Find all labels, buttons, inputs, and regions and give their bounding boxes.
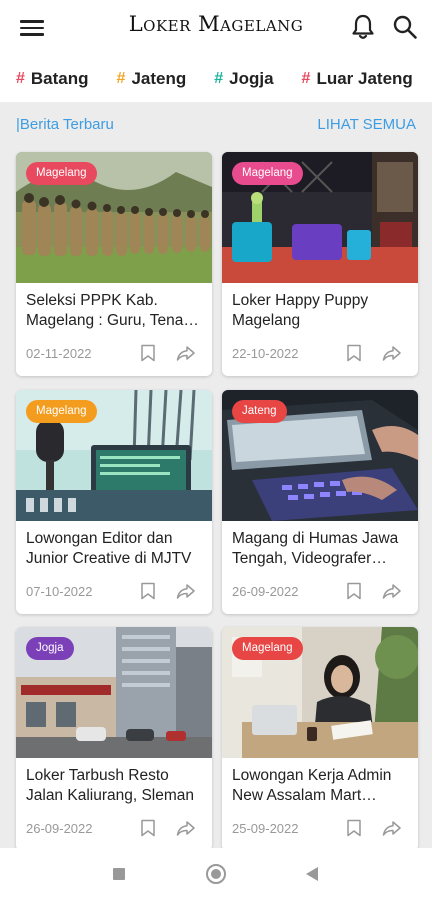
- bookmark-icon[interactable]: [140, 582, 156, 600]
- card-date: 26-09-2022: [232, 584, 299, 599]
- news-card[interactable]: Magelang Loker Happy Puppy Magelang 22-1…: [222, 152, 418, 376]
- news-card[interactable]: Jateng Magang di Humas Jawa Tengah, Vide…: [222, 390, 418, 614]
- card-title: Lowongan Kerja Admin New Assalam Mart Ma…: [232, 767, 392, 804]
- card-date: 02-11-2022: [26, 346, 92, 361]
- card-title: Magang di Humas Jawa Tengah, Videografer…: [232, 530, 399, 567]
- tag-label: Luar Jateng: [316, 69, 413, 88]
- card-date: 26-09-2022: [26, 821, 93, 836]
- search-icon[interactable]: [388, 10, 422, 44]
- news-card[interactable]: Magelang Seleksi PPPK Kab. Magelang : Gu…: [16, 152, 212, 376]
- section-header: |Berita Terbaru LIHAT SEMUA: [0, 112, 432, 136]
- see-all-link[interactable]: LIHAT SEMUA: [317, 116, 416, 133]
- hash-icon: #: [214, 70, 224, 87]
- share-icon[interactable]: [176, 820, 196, 836]
- card-title: Seleksi PPPK Kab. Magelang : Guru, Tenag…: [26, 292, 201, 329]
- share-icon[interactable]: [176, 345, 196, 361]
- bookmark-icon[interactable]: [140, 819, 156, 837]
- share-icon[interactable]: [382, 583, 402, 599]
- tag-bar: # Batang # Jateng # Jogja # Luar Jateng: [0, 56, 432, 102]
- category-badge: Magelang: [26, 400, 97, 423]
- share-icon[interactable]: [382, 345, 402, 361]
- category-badge: Jateng: [232, 400, 287, 423]
- tag-label: Jogja: [229, 69, 274, 88]
- card-date: 25-09-2022: [232, 821, 299, 836]
- category-badge: Magelang: [26, 162, 97, 185]
- category-badge: Jogja: [26, 637, 74, 660]
- home-icon[interactable]: [206, 864, 226, 884]
- category-badge: Magelang: [232, 637, 303, 660]
- share-icon[interactable]: [176, 583, 196, 599]
- category-badge: Magelang: [232, 162, 303, 185]
- card-thumbnail: Magelang: [222, 627, 418, 758]
- card-thumbnail: Jogja: [16, 627, 212, 758]
- card-thumbnail: Magelang: [16, 152, 212, 283]
- system-nav-bar: [0, 848, 432, 900]
- hash-icon: #: [116, 70, 126, 87]
- section-title: |Berita Terbaru: [16, 116, 114, 133]
- share-icon[interactable]: [382, 820, 402, 836]
- card-title: Loker Tarbush Resto Jalan Kaliurang, Sle…: [26, 767, 195, 804]
- tag-label: Jateng: [131, 69, 187, 88]
- card-thumbnail: Magelang: [222, 152, 418, 283]
- recent-apps-icon[interactable]: [113, 868, 125, 880]
- card-thumbnail: Magelang: [16, 390, 212, 521]
- card-date: 22-10-2022: [232, 346, 299, 361]
- bookmark-icon[interactable]: [346, 819, 362, 837]
- tag-jogja[interactable]: # Jogja: [198, 69, 285, 89]
- notification-bell-icon[interactable]: [346, 10, 380, 44]
- tag-jateng[interactable]: # Jateng: [101, 69, 199, 89]
- card-title: Loker Happy Puppy Magelang: [232, 292, 369, 329]
- bookmark-icon[interactable]: [346, 582, 362, 600]
- card-title: Lowongan Editor dan Junior Creative di M…: [26, 530, 192, 567]
- news-card[interactable]: Magelang Lowongan Kerja Admin New Assala…: [222, 627, 418, 851]
- back-icon[interactable]: [306, 867, 318, 881]
- card-thumbnail: Jateng: [222, 390, 418, 521]
- hash-icon: #: [16, 70, 25, 87]
- app-bar: Loker Magelang: [0, 0, 432, 56]
- card-date: 07-10-2022: [26, 584, 93, 599]
- bookmark-icon[interactable]: [346, 344, 362, 362]
- tag-luar-jateng[interactable]: # Luar Jateng: [286, 69, 425, 89]
- news-card[interactable]: Magelang Lowongan Editor dan Junior Crea…: [16, 390, 212, 614]
- hash-icon: #: [301, 70, 311, 87]
- news-card[interactable]: Jogja Loker Tarbush Resto Jalan Kaliuran…: [16, 627, 212, 851]
- bookmark-icon[interactable]: [140, 344, 156, 362]
- tag-label: Batang: [30, 69, 89, 88]
- tag-batang[interactable]: # Batang: [0, 69, 101, 89]
